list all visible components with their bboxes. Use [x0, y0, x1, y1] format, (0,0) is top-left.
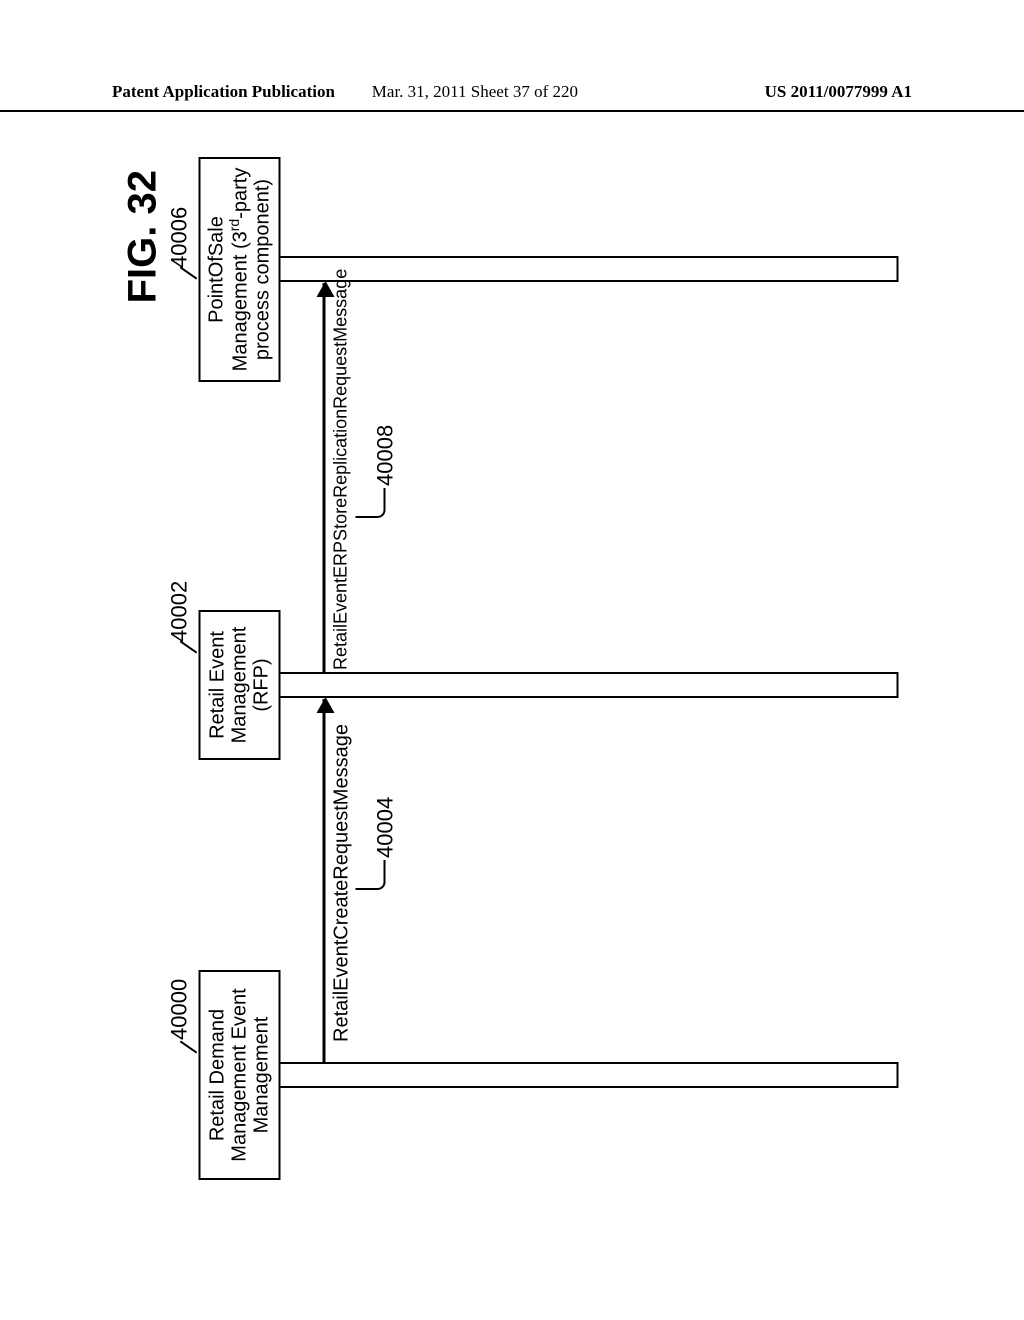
page-header: Patent Application Publication Mar. 31, … — [0, 82, 1024, 112]
message-label-40008: RetailEventERPStoreReplicationRequestMes… — [330, 269, 351, 670]
figure-sheet: FIG. 32 Retail Demand Management Event M… — [110, 140, 915, 1200]
ref-40004: 40004 — [372, 797, 398, 858]
component-3-line3: process component) — [251, 179, 273, 360]
component-retail-demand-mgmt-event-mgmt: Retail Demand Management Event Managemen… — [198, 970, 280, 1180]
ref-leader-40004 — [355, 860, 385, 890]
header-right: US 2011/0077999 A1 — [765, 82, 912, 102]
component-point-of-sale-mgmt: PointOfSale Management (3rd-party proces… — [198, 157, 280, 382]
component-3-line2-post: -party — [229, 168, 251, 219]
ref-40008: 40008 — [372, 425, 398, 486]
ref-leader-40006 — [179, 266, 197, 279]
figure-title: FIG. 32 — [120, 170, 165, 303]
component-2-line2: Management — [228, 627, 250, 744]
component-1-line1: Retail Demand — [206, 1009, 228, 1141]
component-3-line2-sup: rd — [226, 219, 242, 231]
header-left: Patent Application Publication — [112, 82, 335, 102]
ref-leader-40000 — [179, 1040, 197, 1053]
message-arrow-retail-event-erp-store-replication-request — [322, 283, 325, 672]
component-1-line2: Management Event — [228, 988, 250, 1161]
lifeline-component-3 — [280, 256, 898, 282]
header-center: Mar. 31, 2011 Sheet 37 of 220 — [372, 82, 578, 102]
message-arrow-retail-event-create-request — [322, 699, 325, 1062]
ref-40006: 40006 — [166, 207, 192, 268]
lifeline-component-1 — [280, 1062, 898, 1088]
ref-40000: 40000 — [166, 979, 192, 1040]
component-1-line3: Management — [250, 1017, 272, 1134]
ref-leader-40008 — [355, 488, 385, 518]
sequence-diagram: FIG. 32 Retail Demand Management Event M… — [110, 140, 915, 1200]
message-label-40004: RetailEventCreateRequestMessage — [330, 724, 353, 1042]
ref-leader-40002 — [179, 640, 197, 653]
component-3-line2-pre: Management (3 — [229, 231, 251, 371]
component-retail-event-mgmt-rfp: Retail Event Management (RFP) — [198, 610, 280, 760]
component-2-line3: (RFP) — [250, 658, 272, 711]
component-2-line1: Retail Event — [206, 631, 228, 739]
lifeline-component-2 — [280, 672, 898, 698]
arrowhead-icon — [316, 697, 334, 713]
component-3-line1: PointOfSale — [205, 216, 227, 323]
ref-40002: 40002 — [166, 581, 192, 642]
